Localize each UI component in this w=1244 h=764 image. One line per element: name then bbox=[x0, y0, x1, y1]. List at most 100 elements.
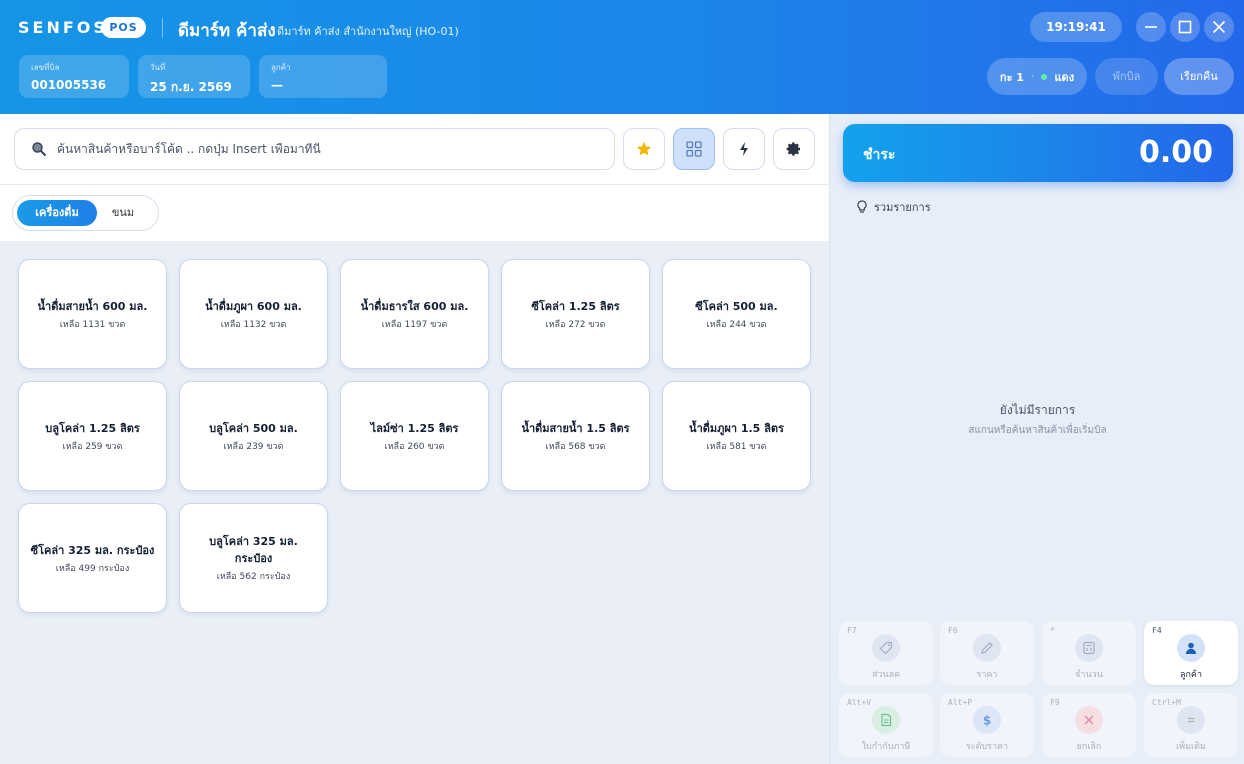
favorites-button[interactable] bbox=[623, 128, 665, 170]
customer-button[interactable]: F4 ลูกค้า bbox=[1144, 621, 1238, 685]
minimize-icon bbox=[1145, 26, 1157, 28]
star-icon bbox=[636, 141, 652, 156]
product-card[interactable]: ซีโคล่า 500 มล. เหลือ 244 ขวด bbox=[662, 259, 811, 369]
cart-panel: ชำระ 0.00 รวมรายการ ยังไม่มีรายการ สแกนห… bbox=[829, 114, 1244, 764]
item-summary-label: รวมรายการ bbox=[874, 201, 931, 214]
shortcut-key: F9 bbox=[1050, 698, 1060, 707]
product-card[interactable]: ซีโคล่า 325 มล. กระป๋อง เหลือ 499 กระป๋อ… bbox=[18, 503, 167, 613]
action-label: ระดับราคา bbox=[965, 742, 1009, 752]
product-card[interactable]: น้ำดื่มสายน้ำ 600 มล. เหลือ 1131 ขวด bbox=[18, 259, 167, 369]
settings-button[interactable] bbox=[773, 128, 815, 170]
online-status-dot bbox=[1041, 73, 1048, 80]
search-input[interactable] bbox=[57, 142, 577, 156]
product-name: น้ำดื่มสายน้ำ 600 มล. bbox=[37, 299, 148, 313]
store-branch: ดีมาร์ท ค้าส่ง สำนักงานใหญ่ (HO-01) bbox=[277, 25, 459, 38]
date-card: วันที่ 25 ก.ย. 2569 bbox=[138, 55, 250, 98]
cashier-name: แดง bbox=[1054, 70, 1075, 84]
product-card[interactable]: น้ำดื่มธารใส 600 มล. เหลือ 1197 ขวด bbox=[340, 259, 489, 369]
shortcut-key: * bbox=[1050, 626, 1055, 635]
action-label: ส่วนลด bbox=[871, 670, 901, 680]
customer-label: ลูกค้า bbox=[271, 63, 291, 72]
product-name: ไลม์ซ่า 1.25 ลิตร bbox=[370, 421, 459, 435]
search-toolbar bbox=[0, 114, 829, 185]
product-name: น้ำดื่มธารใส 600 มล. bbox=[360, 299, 469, 313]
date-value: 25 ก.ย. 2569 bbox=[150, 80, 232, 94]
product-card[interactable]: ไลม์ซ่า 1.25 ลิตร เหลือ 260 ขวด bbox=[340, 381, 489, 491]
tax-invoice-button[interactable]: Alt+V ใบกำกับภาษี bbox=[839, 693, 933, 757]
product-name: ซีโคล่า 500 มล. bbox=[695, 299, 778, 313]
clock: 19:19:41 bbox=[1030, 12, 1122, 42]
dollar-icon: $ bbox=[973, 706, 1001, 734]
product-name: บลูโคล่า 500 มล. bbox=[209, 421, 298, 435]
item-summary: รวมรายการ bbox=[856, 198, 931, 216]
app-header: SENFOS POS ดีมาร์ท ค้าส่ง ดีมาร์ท ค้าส่ง… bbox=[0, 0, 1244, 114]
price-button[interactable]: F6 ราคา bbox=[940, 621, 1034, 685]
category-tabs: เครื่องดื่ม ขนม bbox=[12, 195, 159, 231]
product-card[interactable]: ซีโคล่า 1.25 ลิตร เหลือ 272 ขวด bbox=[501, 259, 650, 369]
shortcut-key: F7 bbox=[847, 626, 857, 635]
action-label: ใบกำกับภาษี bbox=[861, 742, 911, 752]
brand-logo: SENFOS bbox=[18, 18, 108, 37]
product-card[interactable]: บลูโคล่า 500 มล. เหลือ 239 ขวด bbox=[179, 381, 328, 491]
pencil-icon bbox=[973, 634, 1001, 662]
product-stock: เหลือ 244 ขวด bbox=[706, 319, 767, 330]
bill-number-card: เลขที่บิล 001005536 bbox=[19, 55, 129, 98]
shortcut-key: F6 bbox=[948, 626, 958, 635]
category-tab-snacks[interactable]: ขนม bbox=[99, 200, 147, 226]
product-stock: เหลือ 568 ขวด bbox=[545, 441, 606, 452]
product-stock: เหลือ 260 ขวด bbox=[384, 441, 445, 452]
pay-button[interactable]: ชำระ 0.00 bbox=[843, 124, 1233, 182]
pos-badge: POS bbox=[101, 17, 146, 38]
quantity-button[interactable]: * จำนวน bbox=[1042, 621, 1136, 685]
maximize-button[interactable] bbox=[1170, 12, 1200, 42]
product-name: น้ำดื่มสายน้ำ 1.5 ลิตร bbox=[521, 421, 630, 435]
product-name: น้ำดื่มภูผา 600 มล. bbox=[205, 299, 302, 313]
empty-cart-subtitle: สแกนหรือค้นหาสินค้าเพื่อเริ่มบิล bbox=[968, 425, 1107, 436]
action-label: เพิ่มเติม bbox=[1176, 742, 1206, 752]
shortcut-key: Alt+V bbox=[847, 698, 872, 707]
search-box[interactable] bbox=[14, 128, 615, 170]
date-label: วันที่ bbox=[150, 63, 166, 72]
menu-icon bbox=[1177, 706, 1205, 734]
product-stock: เหลือ 562 กระป๋อง bbox=[216, 572, 291, 582]
lightning-icon bbox=[740, 142, 748, 156]
bill-number-label: เลขที่บิล bbox=[31, 63, 60, 72]
svg-text:$: $ bbox=[983, 714, 991, 728]
action-label: ลูกค้า bbox=[1179, 670, 1203, 680]
shift-label: กะ 1 bbox=[999, 70, 1024, 84]
header-divider bbox=[162, 18, 163, 38]
lightbulb-icon bbox=[857, 200, 867, 213]
gear-icon bbox=[786, 142, 800, 156]
price-level-button[interactable]: Alt+P $ ระดับราคา bbox=[940, 693, 1034, 757]
more-button[interactable]: Ctrl+M เพิ่มเติม bbox=[1144, 693, 1238, 757]
product-stock: เหลือ 1131 ขวด bbox=[59, 319, 126, 330]
product-stock: เหลือ 1197 ขวด bbox=[381, 319, 448, 330]
quick-action-button[interactable] bbox=[723, 128, 765, 170]
discount-button[interactable]: F7 ส่วนลด bbox=[839, 621, 933, 685]
grid-view-button[interactable] bbox=[673, 128, 715, 170]
product-card[interactable]: บลูโคล่า 325 มล. กระป๋อง เหลือ 562 กระป๋… bbox=[179, 503, 328, 613]
product-panel: เครื่องดื่ม ขนม น้ำดื่มสายน้ำ 600 มล. เห… bbox=[0, 114, 829, 764]
shortcut-key: F4 bbox=[1152, 626, 1162, 635]
empty-cart-title: ยังไม่มีรายการ bbox=[999, 403, 1076, 417]
user-icon bbox=[1177, 634, 1205, 662]
recall-bill-button[interactable]: เรียกคืน bbox=[1164, 58, 1234, 95]
product-card[interactable]: น้ำดื่มสายน้ำ 1.5 ลิตร เหลือ 568 ขวด bbox=[501, 381, 650, 491]
close-window-button[interactable] bbox=[1204, 12, 1234, 42]
void-button[interactable]: F9 ยกเลิก bbox=[1042, 693, 1136, 757]
shift-cashier-pill[interactable]: กะ 1 · แดง bbox=[987, 58, 1087, 95]
category-tab-drinks[interactable]: เครื่องดื่ม bbox=[17, 200, 97, 226]
product-card[interactable]: น้ำดื่มภูผา 1.5 ลิตร เหลือ 581 ขวด bbox=[662, 381, 811, 491]
minimize-button[interactable] bbox=[1136, 12, 1166, 42]
hold-bill-button[interactable]: พักบิล bbox=[1095, 58, 1158, 95]
shortcut-key: Alt+P bbox=[948, 698, 973, 707]
action-label: ยกเลิก bbox=[1076, 742, 1102, 752]
product-name: ซีโคล่า 1.25 ลิตร bbox=[531, 299, 620, 313]
customer-card[interactable]: ลูกค้า — bbox=[259, 55, 387, 98]
search-icon bbox=[31, 141, 47, 157]
bill-number-value: 001005536 bbox=[31, 78, 107, 92]
product-card[interactable]: บลูโคล่า 1.25 ลิตร เหลือ 259 ขวด bbox=[18, 381, 167, 491]
document-icon bbox=[872, 706, 900, 734]
shift-separator: · bbox=[1030, 70, 1035, 83]
product-card[interactable]: น้ำดื่มภูผา 600 มล. เหลือ 1132 ขวด bbox=[179, 259, 328, 369]
